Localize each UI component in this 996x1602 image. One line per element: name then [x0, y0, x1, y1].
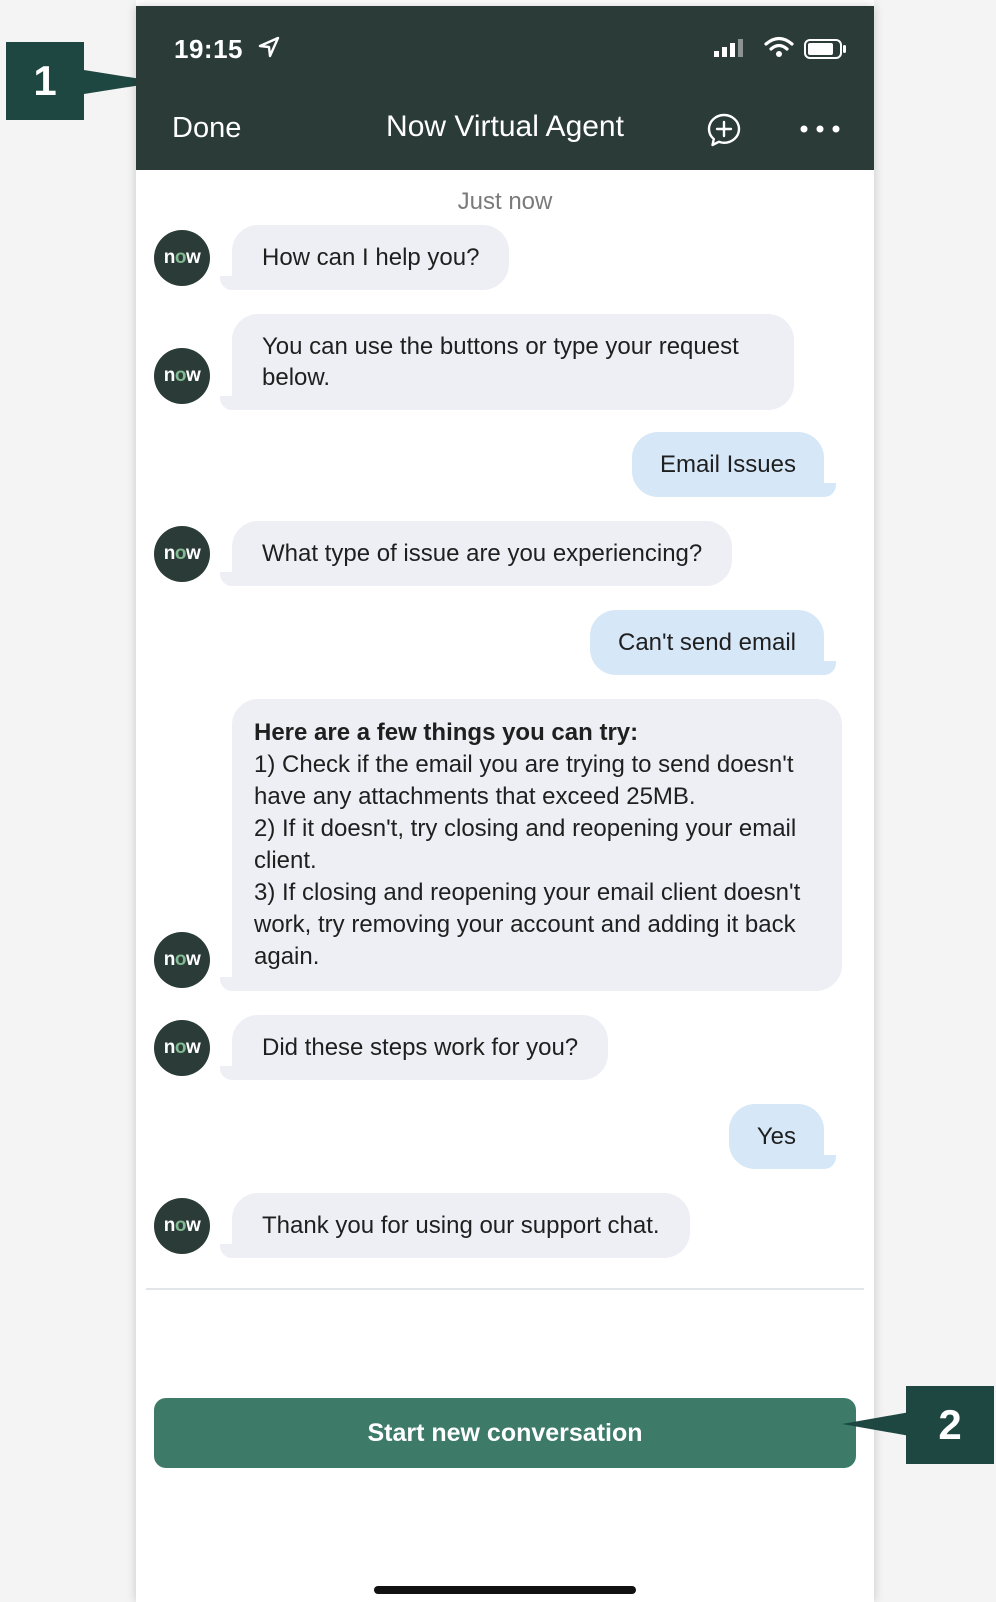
- avatar-letter: n: [163, 1037, 176, 1058]
- avatar-letter: o: [174, 1215, 187, 1236]
- bot-message: Did these steps work for you?: [219, 1015, 609, 1080]
- message-line: 3) If closing and reopening your email c…: [254, 879, 801, 970]
- message-line: 1) Check if the email you are trying to …: [254, 751, 794, 810]
- avatar-letter: w: [185, 543, 201, 564]
- chat-plus-icon[interactable]: [706, 112, 742, 148]
- chat-divider: [146, 1288, 864, 1290]
- cellular-signal-icon: [714, 39, 743, 57]
- avatar-letter: n: [163, 247, 176, 268]
- bot-avatar: now: [154, 932, 210, 988]
- location-arrow-icon: [258, 36, 280, 58]
- avatar-letter: o: [174, 365, 187, 386]
- callout-1-label: 1: [33, 57, 57, 104]
- message-heading: Here are a few things you can try:: [254, 719, 639, 746]
- avatar-letter: n: [163, 365, 176, 386]
- bot-message-troubleshooting: Here are a few things you can try: 1) Ch…: [220, 699, 842, 991]
- avatar-letter: o: [174, 247, 187, 268]
- avatar-letter: w: [185, 365, 201, 386]
- home-indicator[interactable]: [374, 1586, 636, 1594]
- phone-screen: 19:15 Done Now Virtual Agent Just now n …: [136, 6, 874, 1602]
- bot-message: You can use the buttons or type your req…: [220, 314, 794, 410]
- chat-timestamp: Just now: [457, 188, 553, 215]
- avatar-letter: n: [163, 543, 176, 564]
- page-margin-right: [874, 0, 996, 1602]
- avatar-letter: w: [185, 247, 201, 268]
- page-title: Now Virtual Agent: [386, 110, 624, 143]
- bot-message: How can I help you?: [219, 225, 510, 290]
- bot-avatar: now: [154, 230, 210, 286]
- avatar-letter: o: [174, 1037, 187, 1058]
- bot-avatar: now: [154, 1020, 210, 1076]
- callout-2-label: 2: [938, 1401, 962, 1448]
- user-message[interactable]: Email Issues: [631, 432, 837, 497]
- avatar-letter: o: [174, 543, 187, 564]
- bot-avatar: now: [154, 526, 210, 582]
- page-margin-left: [0, 0, 136, 1602]
- avatar-letter: o: [174, 949, 187, 970]
- status-time: 19:15: [174, 34, 243, 64]
- avatar-letter: w: [185, 1215, 201, 1236]
- bot-avatar: now: [154, 1198, 210, 1254]
- avatar-letter: w: [185, 1037, 201, 1058]
- avatar-letter: n: [163, 1215, 176, 1236]
- avatar-letter: n: [163, 949, 176, 970]
- bot-message: Thank you for using our support chat.: [220, 1193, 690, 1258]
- wifi-icon: [764, 36, 794, 57]
- message-line: 2) If it doesn't, try closing and reopen…: [254, 815, 797, 874]
- start-new-conversation-button[interactable]: Start new conversation: [154, 1398, 856, 1468]
- bot-message: What type of issue are you experiencing?: [219, 521, 733, 586]
- battery-icon: [804, 39, 846, 59]
- user-message[interactable]: Yes: [728, 1104, 837, 1169]
- ellipsis-icon[interactable]: [796, 114, 844, 144]
- app-header: 19:15 Done Now Virtual Agent: [136, 6, 874, 170]
- bot-avatar: now: [154, 348, 210, 404]
- user-message[interactable]: Can't send email: [589, 610, 837, 675]
- avatar-letter: w: [185, 949, 201, 970]
